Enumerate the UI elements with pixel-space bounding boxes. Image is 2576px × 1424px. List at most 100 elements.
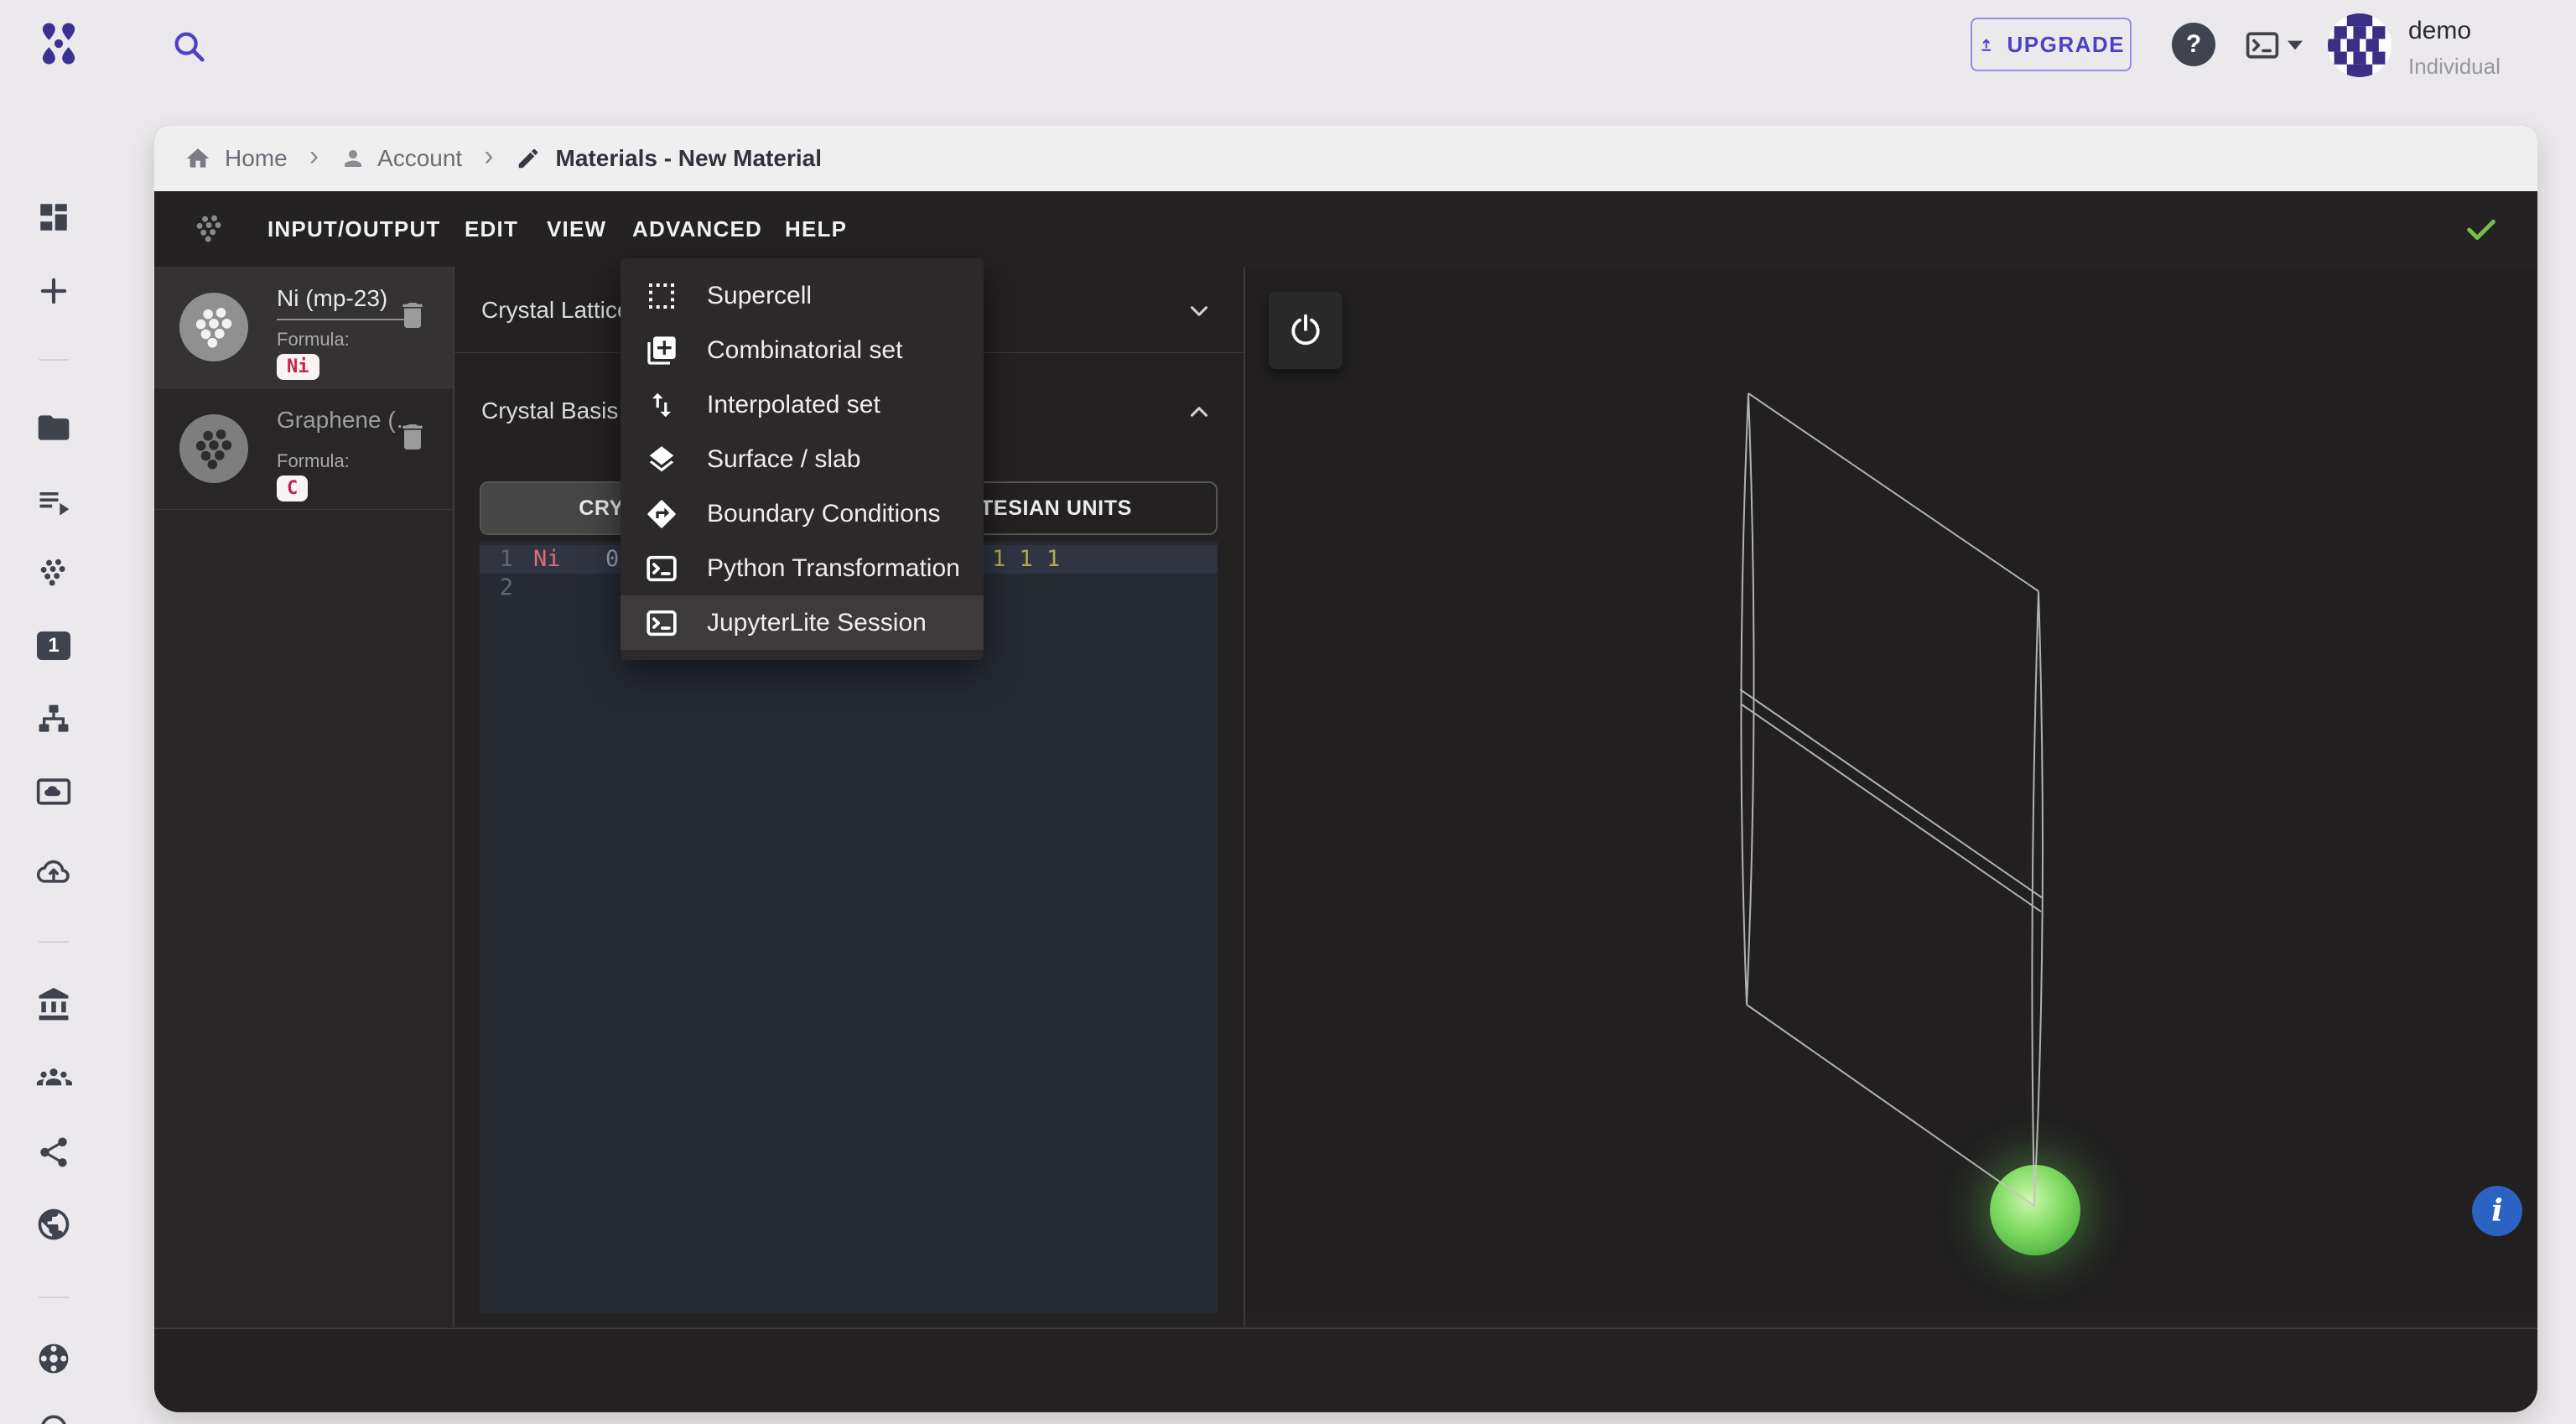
app-root: UPGRADE ? demo Individual 1 Home › Accou… (0, 0, 2576, 1424)
console-menu-button[interactable] (2244, 27, 2303, 64)
sidebar-item-help-wheel[interactable] (35, 1340, 72, 1377)
bank-icon (39, 987, 69, 1021)
menu-edit[interactable]: EDIT (465, 191, 518, 267)
swap-vertical-icon (642, 386, 681, 424)
menu-advanced[interactable]: ADVANCED (632, 191, 762, 267)
library-add-icon (642, 331, 681, 370)
sidebar-divider (39, 941, 69, 943)
chevron-up-icon[interactable] (1185, 398, 1213, 426)
menu-item-combinatorial-set[interactable]: Combinatorial set (621, 323, 984, 377)
one-badge-icon: 1 (37, 631, 70, 660)
menu-help[interactable]: HELP (785, 191, 847, 267)
breadcrumb-home[interactable]: Home (184, 145, 288, 172)
breadcrumb-separator: › (309, 139, 319, 172)
material-item-ni[interactable]: Ni (mp-23) Formula: Ni (154, 267, 453, 388)
sidebar-item-dashboard[interactable] (35, 199, 72, 236)
chevron-down-icon[interactable] (1185, 297, 1213, 325)
unit-cell-wireframe (1739, 392, 2044, 1207)
search-button[interactable] (169, 27, 208, 65)
menu-input-output[interactable]: INPUT/OUTPUT (267, 191, 441, 267)
sidebar-item-entity-one[interactable]: 1 (35, 627, 72, 664)
folder-icon (38, 415, 70, 440)
sidebar-item-explore[interactable] (35, 1206, 72, 1243)
trash-icon (402, 424, 423, 450)
formula-chip: C (277, 476, 309, 502)
save-check-button[interactable] (2462, 210, 2501, 248)
materials-list-panel: Ni (mp-23) Formula: Ni Graphene (… Formu… (154, 267, 453, 1327)
mat3ra-logo-icon (42, 23, 75, 65)
sidebar-item-support[interactable] (35, 1411, 72, 1424)
sidebar: 1 (0, 92, 109, 1424)
line-number: 1 (499, 546, 513, 572)
sidebar-item-create-new[interactable] (35, 273, 72, 309)
sidebar-item-cloud-upload[interactable] (35, 853, 72, 890)
app-logo[interactable] (35, 20, 82, 67)
sidebar-item-teams[interactable] (35, 1060, 72, 1097)
user-avatar[interactable] (2328, 13, 2392, 77)
search-icon (174, 32, 205, 62)
share-icon (40, 1137, 67, 1167)
sidebar-item-workflows[interactable] (35, 701, 72, 738)
power-icon (1291, 314, 1320, 346)
plus-icon (40, 278, 67, 304)
help-glyph: ? (2185, 30, 2202, 58)
menu-item-boundary-conditions[interactable]: Boundary Conditions (621, 486, 984, 541)
advanced-dropdown-menu: Supercell Combinatorial set Interpolated… (621, 258, 984, 660)
breadcrumb-account[interactable]: Account (340, 145, 462, 172)
trash-icon (402, 303, 423, 328)
menu-item-supercell[interactable]: Supercell (621, 268, 984, 323)
atoms-cluster-icon (40, 559, 65, 586)
supercell-grid-icon (642, 277, 681, 315)
diamond-arrow-icon (642, 495, 681, 533)
menu-item-python-transformation[interactable]: Python Transformation (621, 541, 984, 595)
support-agent-icon (41, 1415, 66, 1424)
line-number: 2 (499, 574, 513, 600)
menu-item-jupyterlite-session[interactable]: JupyterLite Session (621, 595, 984, 650)
sidebar-divider (39, 1297, 69, 1298)
formula-label: Formula: (277, 329, 350, 350)
sidebar-item-jobs[interactable] (35, 483, 72, 520)
atoms-cluster-icon (191, 211, 228, 248)
sidebar-item-bank[interactable] (35, 986, 72, 1023)
main-card: Home › Account › Materials - New Materia… (154, 126, 2537, 1412)
breadcrumb: Home › Account › Materials - New Materia… (154, 126, 2537, 191)
menu-item-interpolated-set[interactable]: Interpolated set (621, 377, 984, 432)
sidebar-item-materials[interactable] (35, 555, 72, 592)
check-icon (2467, 219, 2496, 241)
viewer-power-button[interactable] (1269, 292, 1343, 369)
help-button[interactable]: ? (2172, 23, 2215, 66)
sidebar-item-media[interactable] (35, 773, 72, 810)
groups-icon (36, 1068, 72, 1086)
wheel-icon (39, 1343, 69, 1374)
terminal-icon (642, 549, 681, 588)
info-glyph: i (2491, 1193, 2503, 1229)
topbar: UPGRADE ? demo Individual (0, 0, 2576, 92)
cloud-card-icon (36, 778, 71, 805)
flags-token: 1 1 1 (992, 546, 1061, 572)
upgrade-button[interactable]: UPGRADE (1971, 18, 2132, 71)
user-name[interactable]: demo (2408, 17, 2471, 45)
terminal-icon (642, 604, 681, 642)
editor-menubar: INPUT/OUTPUT EDIT VIEW ADVANCED HELP (154, 191, 2537, 267)
person-icon (345, 150, 362, 167)
page-title: Materials - New Material (555, 145, 822, 171)
delete-material-button[interactable] (396, 297, 429, 334)
structure-viewer-3d[interactable]: i (1245, 267, 2537, 1312)
sidebar-item-projects[interactable] (35, 409, 72, 446)
formula-label: Formula: (277, 450, 350, 471)
material-avatar (179, 293, 248, 361)
section-title: Crystal Basis (481, 398, 619, 424)
chevron-down-icon (2288, 40, 2303, 50)
viewer-info-button[interactable]: i (2472, 1186, 2522, 1236)
menu-view[interactable]: VIEW (547, 191, 606, 267)
menu-item-surface-slab[interactable]: Surface / slab (621, 432, 984, 486)
identicon (2328, 13, 2386, 77)
sidebar-item-share[interactable] (35, 1134, 72, 1171)
dashboard-icon (40, 204, 67, 231)
terminal-icon (2246, 32, 2279, 59)
material-item-graphene[interactable]: Graphene (… Formula: C (154, 388, 453, 510)
delete-material-button[interactable] (396, 418, 429, 455)
pencil-icon (518, 148, 538, 169)
sidebar-divider (39, 359, 69, 361)
formula-chip: Ni (277, 354, 319, 380)
